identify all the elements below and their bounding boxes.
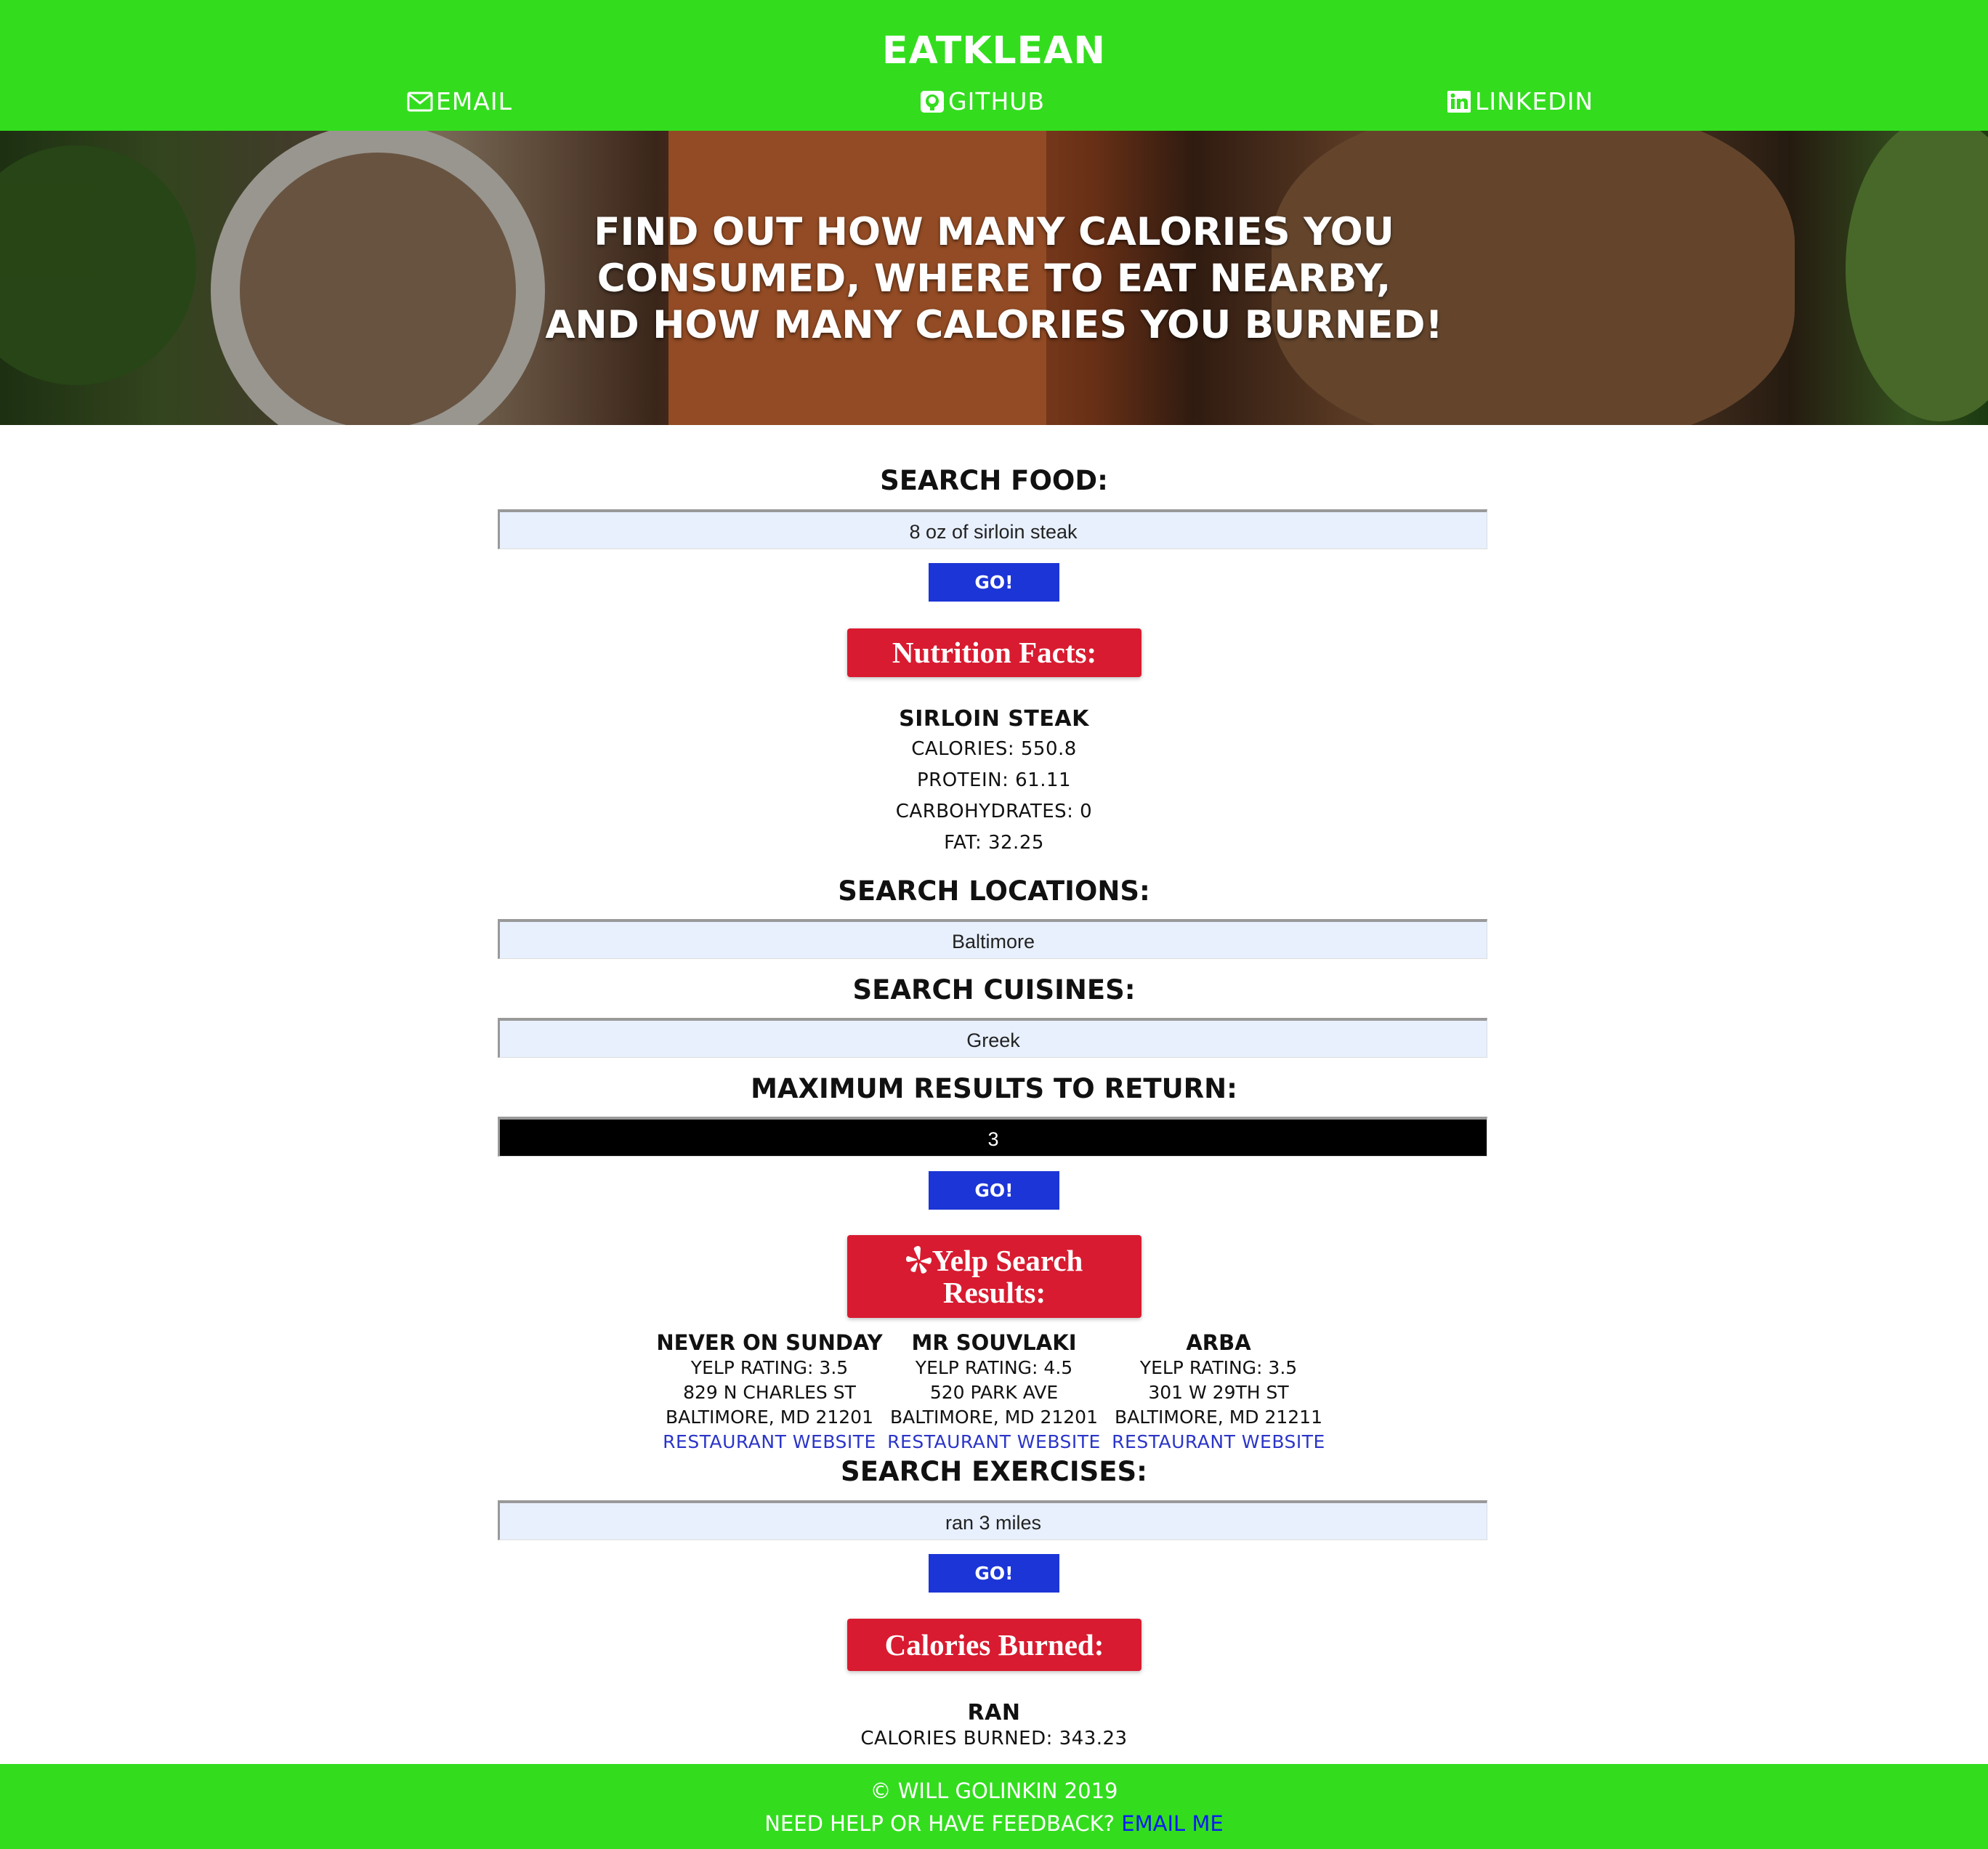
nutrition-carbs: CARBOHYDRATES: 0	[895, 801, 1093, 822]
restaurant-city: BALTIMORE, MD 21201	[666, 1407, 873, 1428]
yelp-logo-icon	[905, 1246, 932, 1274]
calories-burned-header: Calories Burned:	[847, 1619, 1142, 1671]
nav-email-link[interactable]: EMAIL	[407, 87, 512, 116]
restaurant-name: NEVER ON SUNDAY	[656, 1330, 883, 1355]
restaurant-rating: YELP RATING: 4.5	[915, 1357, 1073, 1378]
nav-linkedin-label: LINKEDIN	[1475, 87, 1594, 116]
nutrition-facts-header: Nutrition Facts:	[847, 628, 1142, 677]
site-header: EATKLEAN EMAIL GITHUB LINKEDIN	[0, 0, 1988, 131]
restaurant-street: 301 W 29TH ST	[1148, 1382, 1289, 1403]
search-exercise-input[interactable]: ran 3 miles	[498, 1500, 1487, 1540]
food-go-button[interactable]: GO!	[929, 563, 1059, 602]
search-cuisine-input[interactable]: Greek	[498, 1018, 1487, 1058]
site-brand[interactable]: EATKLEAN	[0, 29, 1988, 73]
hero-headline: FIND OUT HOW MANY CALORIES YOU CONSUMED,…	[0, 209, 1988, 349]
linkedin-icon	[1447, 90, 1471, 113]
search-exercises-label: SEARCH EXERCISES:	[841, 1456, 1147, 1487]
search-food-input[interactable]: 8 oz of sirloin steak	[498, 509, 1487, 549]
search-food-label: SEARCH FOOD:	[880, 465, 1108, 496]
yelp-go-button[interactable]: GO!	[929, 1171, 1059, 1210]
nav-github-label: GITHUB	[948, 87, 1046, 116]
yelp-result-card: NEVER ON SUNDAY YELP RATING: 3.5 829 N C…	[650, 1330, 889, 1454]
search-locations-label: SEARCH LOCATIONS:	[838, 875, 1150, 907]
nutrition-item-name: SIRLOIN STEAK	[899, 706, 1089, 732]
restaurant-city: BALTIMORE, MD 21211	[1115, 1407, 1322, 1428]
footer-copyright: © WILL GOLINKIN 2019	[870, 1779, 1118, 1803]
yelp-result-card: MR SOUVLAKI YELP RATING: 4.5 520 PARK AV…	[874, 1330, 1114, 1454]
exercise-go-button[interactable]: GO!	[929, 1554, 1059, 1593]
nav-linkedin-link[interactable]: LINKEDIN	[1446, 87, 1593, 116]
github-icon	[921, 90, 944, 113]
footer-help: NEED HELP OR HAVE FEEDBACK? EMAIL ME	[0, 1811, 1988, 1836]
restaurant-website-link[interactable]: RESTAURANT WEBSITE	[1099, 1430, 1338, 1454]
hero-banner: FIND OUT HOW MANY CALORIES YOU CONSUMED,…	[0, 131, 1988, 425]
hero-line: CONSUMED, WHERE TO EAT NEARBY,	[597, 256, 1391, 301]
restaurant-street: 829 N CHARLES ST	[683, 1382, 856, 1403]
nutrition-protein: PROTEIN: 61.11	[916, 769, 1072, 791]
hero-line: FIND OUT HOW MANY CALORIES YOU	[594, 210, 1394, 254]
restaurant-rating: YELP RATING: 3.5	[690, 1357, 849, 1378]
footer-help-text: NEED HELP OR HAVE FEEDBACK?	[764, 1811, 1115, 1836]
nutrition-fat: FAT: 32.25	[944, 832, 1044, 854]
restaurant-city: BALTIMORE, MD 21201	[890, 1407, 1098, 1428]
envelope-icon	[407, 92, 433, 111]
site-footer: © WILL GOLINKIN 2019 NEED HELP OR HAVE F…	[0, 1764, 1988, 1849]
restaurant-name: MR SOUVLAKI	[911, 1330, 1077, 1355]
restaurant-rating: YELP RATING: 3.5	[1139, 1357, 1298, 1378]
exercise-activity-name: RAN	[967, 1700, 1021, 1725]
restaurant-website-link[interactable]: RESTAURANT WEBSITE	[650, 1430, 889, 1454]
nav-github-link[interactable]: GITHUB	[919, 87, 1045, 116]
search-location-input[interactable]: Baltimore	[498, 919, 1487, 959]
nav-email-label: EMAIL	[436, 87, 513, 116]
yelp-results-title-line1: Yelp Search	[847, 1245, 1142, 1277]
hero-line: AND HOW MANY CALORIES YOU BURNED!	[545, 303, 1443, 347]
nutrition-calories: CALORIES: 550.8	[911, 738, 1077, 760]
restaurant-website-link[interactable]: RESTAURANT WEBSITE	[874, 1430, 1114, 1454]
yelp-title-text: Yelp Search	[932, 1244, 1083, 1277]
footer-email-link[interactable]: EMAIL ME	[1121, 1811, 1223, 1836]
restaurant-name: ARBA	[1186, 1330, 1251, 1355]
max-results-label: MAXIMUM RESULTS TO RETURN:	[751, 1073, 1237, 1104]
max-results-input[interactable]: 3	[498, 1117, 1487, 1157]
calories-burned-value: CALORIES BURNED: 343.23	[860, 1728, 1128, 1749]
restaurant-street: 520 PARK AVE	[929, 1382, 1059, 1403]
search-cuisines-label: SEARCH CUISINES:	[852, 974, 1136, 1006]
yelp-results-header: Yelp Search Results:	[847, 1235, 1142, 1318]
yelp-results-title-line2: Results:	[942, 1276, 1046, 1309]
yelp-result-card: ARBA YELP RATING: 3.5 301 W 29TH ST BALT…	[1099, 1330, 1338, 1454]
